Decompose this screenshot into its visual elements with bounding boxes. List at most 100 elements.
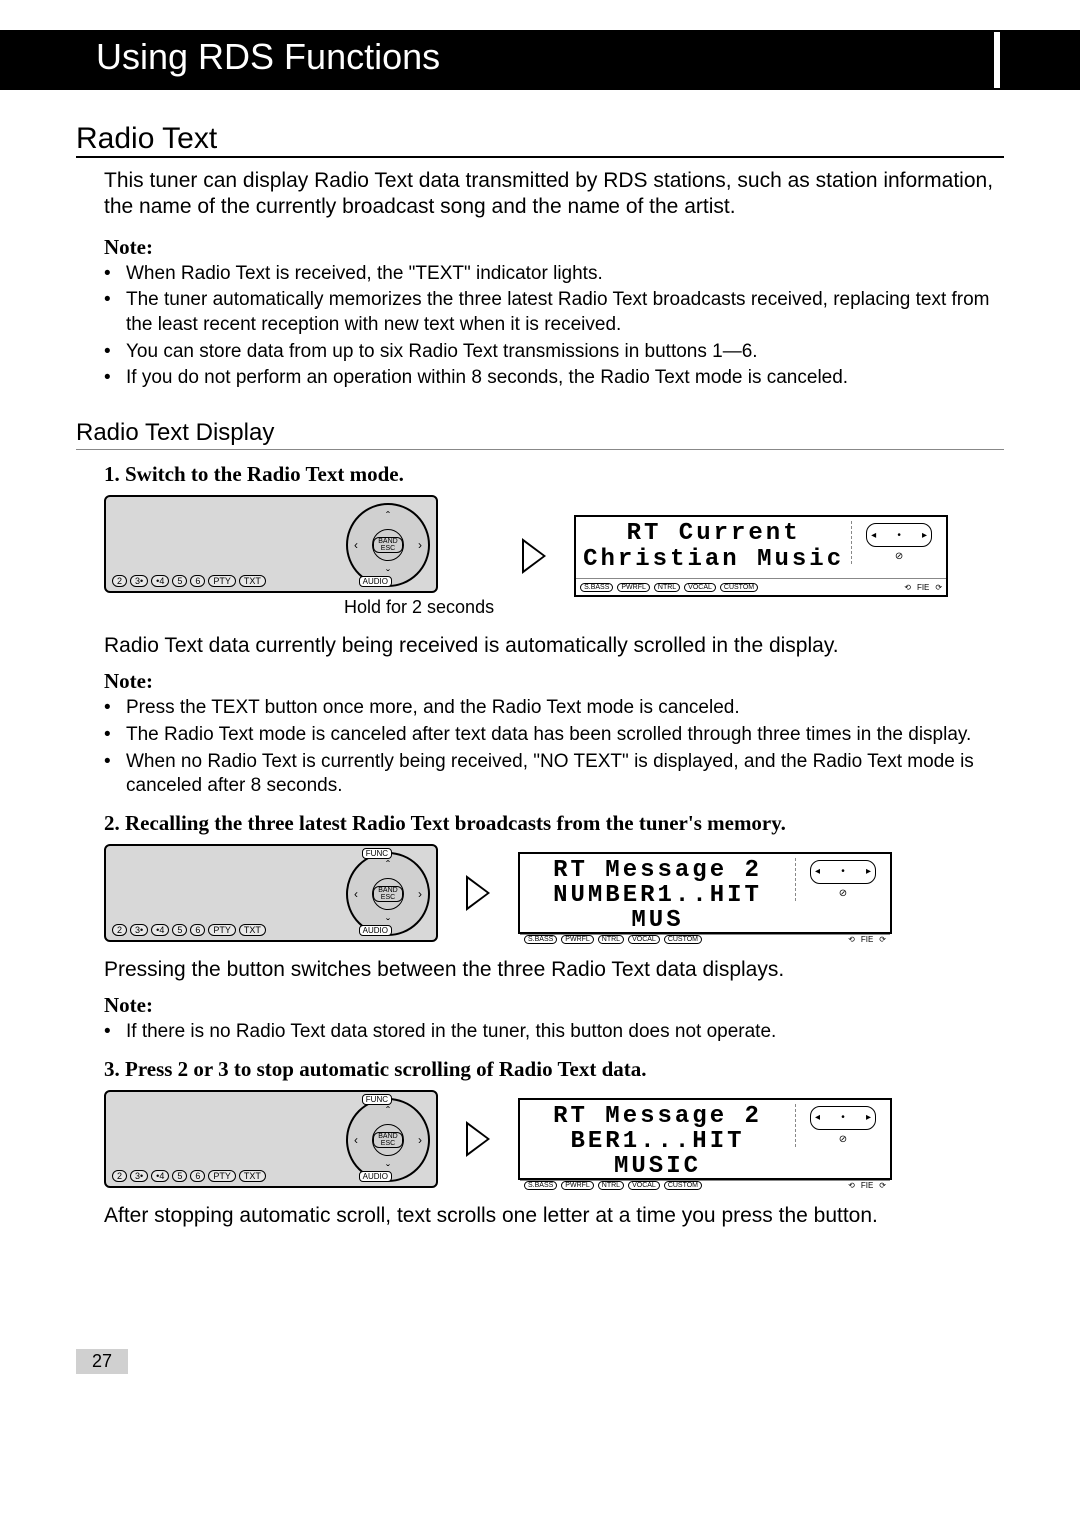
- lcd-right-panel: ◂•▸ ⊘: [795, 858, 890, 901]
- device-panel: ˆ ˇ ‹ › BAND ESC FUNC AUDIO 2 3• •4 5 6 …: [104, 844, 438, 942]
- lcd-tag: CUSTOM: [720, 583, 758, 592]
- lcd-tag: VOCAL: [628, 935, 660, 944]
- lcd-line1: RT Message 2: [520, 1104, 795, 1129]
- step3-heading: 3. Press 2 or 3 to stop automatic scroll…: [104, 1057, 1004, 1082]
- arrow-icon: [466, 1121, 490, 1157]
- preset-button: 3•: [130, 924, 148, 936]
- left-caret-icon: ◂: [871, 530, 876, 541]
- band-button: BAND ESC: [373, 886, 403, 902]
- figure-row-3: ˆ ˇ ‹ › BAND ESC FUNC AUDIO 2 3• •4 5 6 …: [104, 1090, 1004, 1188]
- func-label: FUNC: [362, 848, 392, 859]
- figure-row-2: ˆ ˇ ‹ › BAND ESC FUNC AUDIO 2 3• •4 5 6 …: [104, 844, 1004, 942]
- lcd-right-panel: ◂•▸ ⊘: [795, 1104, 890, 1147]
- step1-heading: 1. Switch to the Radio Text mode.: [104, 462, 1004, 487]
- lcd-tag: NTRL: [598, 935, 624, 944]
- dot-icon: •: [841, 1112, 845, 1123]
- loop-icon: ⟲: [848, 1181, 855, 1190]
- step2-heading: 2. Recalling the three latest Radio Text…: [104, 811, 1004, 836]
- control-knob: ˆ ˇ ‹ › BAND ESC: [346, 852, 430, 936]
- note-heading-3: Note:: [104, 993, 1004, 1018]
- up-arrow-icon: ˆ: [386, 858, 390, 872]
- page-title: Using RDS Functions: [0, 32, 1000, 88]
- device-panel: ˆ ˇ ‹ › BAND ESC FUNC AUDIO 2 3• •4 5 6 …: [104, 1090, 438, 1188]
- control-knob: ˆ ˇ ‹ › BAND ESC: [346, 1098, 430, 1182]
- dot-icon: •: [841, 866, 845, 877]
- note-item: If there is no Radio Text data stored in…: [104, 1020, 1004, 1045]
- left-arrow-icon: ‹: [354, 538, 358, 552]
- preset-button: •4: [151, 924, 169, 936]
- preset-button: 6: [190, 575, 205, 587]
- left-arrow-icon: ‹: [354, 1133, 358, 1147]
- preset-button: TXT: [239, 924, 266, 936]
- lcd-tag: PWRFL: [617, 583, 650, 592]
- right-caret-icon: ▸: [922, 530, 927, 541]
- lcd-right-panel: ◂ • ▸ ⊘: [851, 521, 946, 564]
- lcd-line1: RT Current: [576, 521, 851, 546]
- device-panel: ˆ ˇ ‹ › BAND ESC AUDIO 2 3• •4 5 6 PTY T…: [104, 495, 438, 593]
- right-arrow-icon: ›: [418, 887, 422, 901]
- lcd-tag: CUSTOM: [664, 935, 702, 944]
- lcd-tag: NTRL: [654, 583, 680, 592]
- preset-button: 6: [190, 1170, 205, 1182]
- right-caret-icon: ▸: [866, 866, 871, 877]
- loop-icon: ⟲: [848, 935, 855, 944]
- band-button: BAND ESC: [373, 1132, 403, 1148]
- right-arrow-icon: ›: [418, 538, 422, 552]
- dot-icon: •: [897, 530, 901, 541]
- step3-body: After stopping automatic scroll, text sc…: [104, 1202, 1004, 1229]
- preset-button: 5: [172, 575, 187, 587]
- preset-button: 6: [190, 924, 205, 936]
- left-arrow-icon: ‹: [354, 887, 358, 901]
- lcd-tag: CUSTOM: [664, 1181, 702, 1190]
- lcd-screen: RT Message 2 BER1...HIT MUSIC ◂•▸ ⊘ S.BA…: [518, 1098, 892, 1180]
- subsection-title: Radio Text Display: [76, 419, 1004, 450]
- lcd-tag: NTRL: [598, 1181, 624, 1190]
- preset-button: TXT: [239, 1170, 266, 1182]
- lcd-line2: NUMBER1..HIT MUS: [520, 883, 795, 933]
- preset-button: 3•: [130, 1170, 148, 1182]
- note-item: You can store data from up to six Radio …: [104, 340, 1004, 365]
- disc-icon: ⊘: [895, 551, 903, 562]
- arrow-icon: [466, 875, 490, 911]
- step2-body: Pressing the button switches between the…: [104, 956, 1004, 983]
- preset-button: 3•: [130, 575, 148, 587]
- note-item: When Radio Text is received, the "TEXT" …: [104, 262, 1004, 287]
- lcd-screen: RT Message 2 NUMBER1..HIT MUS ◂•▸ ⊘ S.BA…: [518, 852, 892, 934]
- preset-button: •4: [151, 1170, 169, 1182]
- lcd-screen: RT Current Christian Music ◂•▸ ⊘ S.BASS …: [574, 515, 948, 597]
- note-list-1: When Radio Text is received, the "TEXT" …: [104, 262, 1004, 391]
- lcd-line1: RT Message 2: [520, 858, 795, 883]
- preset-button: 5: [172, 1170, 187, 1182]
- note-list-3: If there is no Radio Text data stored in…: [104, 1020, 1004, 1045]
- audio-label: AUDIO: [359, 925, 392, 936]
- preset-button: PTY: [208, 575, 236, 587]
- step1-body: Radio Text data currently being received…: [104, 632, 1004, 659]
- preset-button: 2: [112, 1170, 127, 1182]
- fie-label: FIE: [861, 1181, 873, 1190]
- note-item: The tuner automatically memorizes the th…: [104, 288, 1004, 337]
- lcd-bottom-row: S.BASS PWRFL NTRL VOCAL CUSTOM ⟲FIE⟳: [520, 934, 890, 944]
- audio-label: AUDIO: [359, 576, 392, 587]
- note-item: When no Radio Text is currently being re…: [104, 750, 1004, 799]
- left-caret-icon: ◂: [815, 866, 820, 877]
- lcd-tag: VOCAL: [684, 583, 716, 592]
- right-caret-icon: ▸: [866, 1112, 871, 1123]
- loop-icon: ⟲: [904, 583, 911, 592]
- preset-button-row: 2 3• •4 5 6 PTY TXT: [112, 575, 266, 587]
- note-list-2: Press the TEXT button once more, and the…: [104, 696, 1004, 799]
- lcd-tag: PWRFL: [561, 1181, 594, 1190]
- lcd-tag: S.BASS: [524, 1181, 557, 1190]
- lcd-tag: PWRFL: [561, 935, 594, 944]
- right-arrow-icon: ›: [418, 1133, 422, 1147]
- preset-button: TXT: [239, 575, 266, 587]
- figure-row-1: ˆ ˇ ‹ › BAND ESC AUDIO 2 3• •4 5 6 PTY T…: [104, 495, 1004, 618]
- up-arrow-icon: ˆ: [386, 1104, 390, 1118]
- up-arrow-icon: ˆ: [386, 509, 390, 523]
- lcd-bottom-row: S.BASS PWRFL NTRL VOCAL CUSTOM ⟲FIE⟳: [520, 1180, 890, 1190]
- left-caret-icon: ◂: [815, 1112, 820, 1123]
- note-heading-2: Note:: [104, 669, 1004, 694]
- arrow-icon: [522, 538, 546, 574]
- preset-button: 2: [112, 575, 127, 587]
- header-bar: Using RDS Functions: [0, 30, 1080, 90]
- preset-button-row: 2 3• •4 5 6 PTY TXT: [112, 1170, 266, 1182]
